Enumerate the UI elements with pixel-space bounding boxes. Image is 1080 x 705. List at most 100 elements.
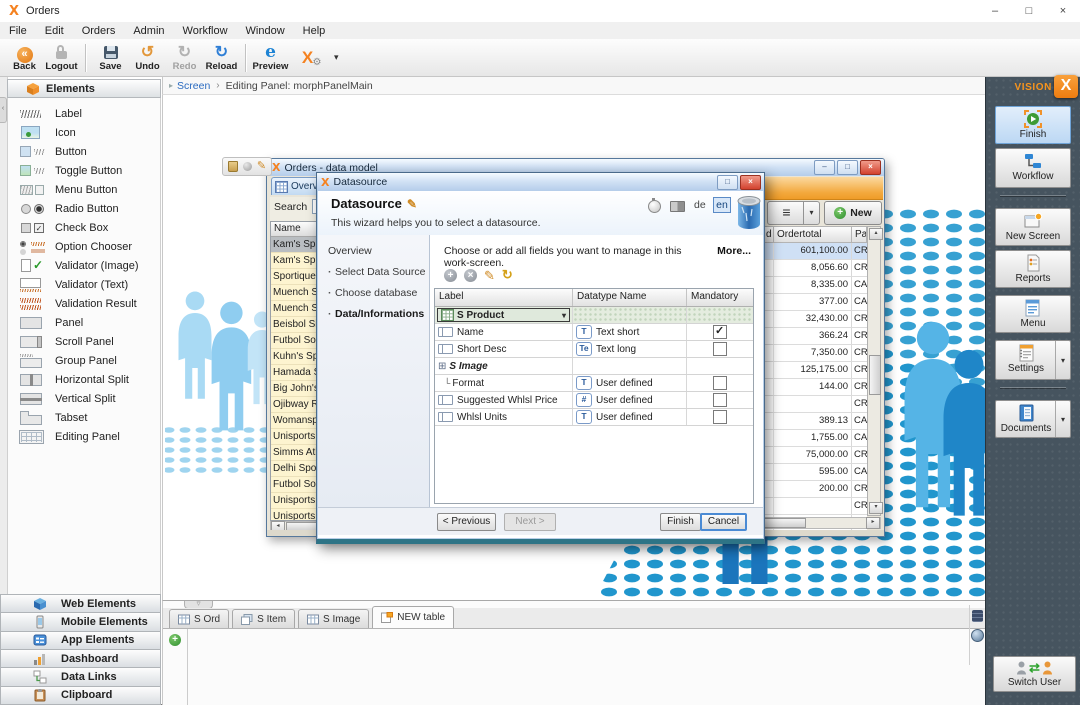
wizard-step-data-informations[interactable]: Data/Informations [318,299,429,320]
field-row-suggested-whlsl-price[interactable]: Suggested Whlsl Price#User defined [435,392,753,409]
accordion-clipboard[interactable]: Clipboard [0,687,161,705]
mandatory-checkbox[interactable] [713,376,727,390]
field-row-whlsl-units[interactable]: Whlsl UnitsTUser defined [435,409,753,426]
table-row[interactable]: 75,000.00CRE [762,447,867,464]
menu-item-admin[interactable]: Admin [124,25,173,37]
undo-button[interactable]: ↺Undo [129,44,166,72]
menu-item-orders[interactable]: Orders [73,25,125,37]
mandatory-checkbox[interactable] [713,342,727,356]
field-row-format[interactable]: └FormatTUser defined [435,375,753,392]
accordion-app-elements[interactable]: App Elements [0,632,161,650]
table-row[interactable]: 366.24CRE [762,328,867,345]
window-close-button[interactable]: × [860,160,881,175]
maximize-button[interactable]: □ [1012,0,1046,22]
more-link[interactable]: More... [717,245,751,257]
save-button[interactable]: Save [92,44,129,72]
wizard-step-choose-database[interactable]: Choose database [318,278,429,299]
back-button[interactable]: «Back [6,44,43,72]
pencil-icon[interactable]: ✎ [257,161,266,172]
palette-item-horizontal-split[interactable]: Horizontal Split [8,370,160,389]
palette-item-check-box[interactable]: Check Box [8,218,160,237]
dropdown-arrow-icon[interactable]: ▾ [1055,341,1070,379]
menu-item-help[interactable]: Help [294,25,335,37]
table-row[interactable]: CRE [762,396,867,413]
scrollbar-thumb[interactable] [764,518,806,528]
scrollbar-thumb[interactable] [869,355,881,395]
dialog-close-button[interactable]: × [740,175,761,190]
tab-s-ord[interactable]: S Ord [169,609,229,628]
accordion-data-links[interactable]: Data Links [0,668,161,686]
field-row-s-image[interactable]: ⊞S Image [435,358,753,375]
visionx-logo-icon[interactable]: X [1054,75,1078,98]
mandatory-checkbox[interactable] [713,393,727,407]
switch-user-button[interactable]: ⇄ Switch User [993,656,1076,692]
toolbar-dropdown-arrow-icon[interactable]: ▾ [334,52,339,63]
language-de-button[interactable]: de [694,199,706,211]
wizard-step-select-data-source[interactable]: Select Data Source [318,257,429,278]
column-header-ordertotal[interactable]: Ordertotal [774,226,852,243]
tab-s-item[interactable]: S Item [232,609,295,628]
table-row[interactable]: 200.00CRE [762,481,867,498]
accordion-mobile-elements[interactable]: Mobile Elements [0,613,161,631]
new-screen-button[interactable]: New Screen [995,208,1071,246]
dialog-maximize-button[interactable]: □ [717,175,738,190]
palette-item-validator-image[interactable]: Validator (Image) [8,256,160,275]
field-row-short-desc[interactable]: Short DescTeText long [435,341,753,358]
mandatory-checkbox[interactable] [713,410,727,424]
palette-item-editing-panel[interactable]: Editing Panel [8,427,160,446]
accordion-web-elements[interactable]: Web Elements [0,594,161,613]
language-en-button[interactable]: en [713,197,731,213]
cancel-button[interactable]: Cancel [700,513,747,531]
documents-button[interactable]: Documents▾ [995,400,1071,438]
table-row[interactable]: 595.00CAS [762,464,867,481]
settings-button[interactable]: Settings▾ [995,340,1071,380]
palette-item-label[interactable]: Label [8,104,160,123]
scroll-down-icon[interactable]: ▾ [869,502,883,514]
table-row[interactable]: 144.00CRE [762,379,867,396]
tab-new-table[interactable]: NEW table [372,606,454,628]
new-record-button[interactable]: + New [824,201,882,225]
table-row[interactable]: 389.13CAS [762,413,867,430]
finish-button[interactable]: Finish [995,106,1071,144]
palette-item-icon[interactable]: Icon [8,123,160,142]
palette-item-panel[interactable]: Panel [8,313,160,332]
workflow-button[interactable]: Workflow [995,148,1071,188]
list-menu-dropdown-arrow[interactable]: ▾ [803,201,820,225]
scroll-right-icon[interactable]: ▸ [866,517,880,529]
palette-item-validator-text[interactable]: Validator (Text) [8,275,160,294]
menu-item-file[interactable]: File [0,25,36,37]
visionx-menu-button[interactable]: X⚙ [289,49,326,66]
menu-item-edit[interactable]: Edit [36,25,73,37]
table-row[interactable]: CRE [762,498,867,515]
list-menu-button[interactable]: ≡ [767,201,806,225]
vertical-scrollbar[interactable]: ▴ ▾ [867,226,881,516]
wizard-nav-heading[interactable]: Overview [318,235,429,257]
palette-item-option-chooser[interactable]: Option Chooser [8,237,160,256]
remove-field-icon[interactable]: × [464,269,477,282]
window-maximize-button[interactable]: □ [837,160,858,175]
palette-item-menu-button[interactable]: Menu Button [8,180,160,199]
palette-item-tabset[interactable]: Tabset [8,408,160,427]
menu-item-window[interactable]: Window [237,25,294,37]
sphere-icon[interactable] [243,162,252,171]
table-row[interactable]: 32,430.00CRE [762,311,867,328]
add-table-button[interactable]: + [169,634,181,646]
table-row[interactable]: 8,056.60CRE [762,260,867,277]
table-row[interactable]: 7,350.00CRE [762,345,867,362]
dropdown-arrow-icon[interactable]: ▾ [1055,401,1070,437]
scroll-up-icon[interactable]: ▴ [869,228,883,240]
palette-item-toggle-button[interactable]: Toggle Button [8,161,160,180]
redo-button[interactable]: ↻Redo [166,44,203,72]
column-header-mandatory[interactable]: Mandatory [687,289,753,306]
column-header-pa[interactable]: Pa [852,226,867,243]
table-row[interactable]: 1,755.00CAS [762,430,867,447]
add-field-icon[interactable]: + [444,269,457,282]
table-row[interactable]: 8,335.00CAS [762,277,867,294]
minimize-button[interactable]: – [978,0,1012,22]
close-button[interactable]: × [1046,0,1080,22]
breadcrumb-screen-link[interactable]: Screen [177,80,210,92]
horizontal-scrollbar[interactable]: ▸ [762,517,881,529]
finish-button[interactable]: Finish [660,513,701,531]
menu-item-workflow[interactable]: Workflow [174,25,237,37]
tab-overview[interactable]: Overview [271,177,320,195]
